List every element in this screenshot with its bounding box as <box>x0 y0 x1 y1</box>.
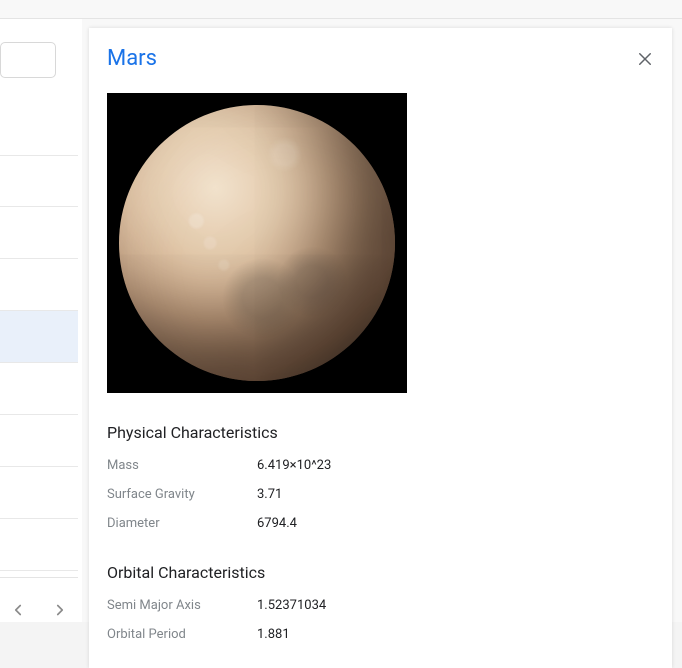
filter-input[interactable] <box>0 42 56 78</box>
table-row-divider <box>0 155 78 156</box>
panel-title-link[interactable]: Mars <box>107 46 157 71</box>
table-row-divider <box>0 466 78 467</box>
section-heading-physical: Physical Characteristics <box>107 423 654 442</box>
table-row-divider <box>0 570 78 571</box>
detail-row-mass: Mass 6.419×10^23 <box>107 458 654 473</box>
table-row-divider <box>0 414 78 415</box>
detail-value: 3.71 <box>257 487 282 502</box>
detail-value: 1.881 <box>257 627 290 642</box>
detail-value: 6.419×10^23 <box>257 458 331 473</box>
prev-page-button[interactable] <box>9 601 27 619</box>
table-row-divider <box>0 206 78 207</box>
top-divider <box>0 18 682 19</box>
detail-label: Mass <box>107 458 257 473</box>
detail-value: 1.52371034 <box>257 598 326 613</box>
detail-label: Diameter <box>107 516 257 531</box>
planet-graphic <box>119 105 395 381</box>
detail-row-semi-major-axis: Semi Major Axis 1.52371034 <box>107 598 654 613</box>
detail-label: Semi Major Axis <box>107 598 257 613</box>
detail-row-surface-gravity: Surface Gravity 3.71 <box>107 487 654 502</box>
panel-header: Mars <box>107 46 654 71</box>
next-page-button[interactable] <box>51 601 69 619</box>
detail-value: 6794.4 <box>257 516 297 531</box>
detail-label: Orbital Period <box>107 627 257 642</box>
table-row-divider <box>0 362 78 363</box>
detail-panel: Mars Physical Characteristics Mass 6.419… <box>89 28 672 668</box>
detail-row-orbital-period: Orbital Period 1.881 <box>107 627 654 642</box>
close-button[interactable] <box>636 50 654 68</box>
section-heading-orbital: Orbital Characteristics <box>107 563 654 582</box>
table-row-divider <box>0 258 78 259</box>
planet-image <box>107 93 407 393</box>
detail-label: Surface Gravity <box>107 487 257 502</box>
close-icon <box>636 50 654 68</box>
table-row-divider <box>0 518 78 519</box>
left-table-column <box>0 19 82 668</box>
table-row-selected[interactable] <box>0 311 78 362</box>
detail-row-diameter: Diameter 6794.4 <box>107 516 654 531</box>
